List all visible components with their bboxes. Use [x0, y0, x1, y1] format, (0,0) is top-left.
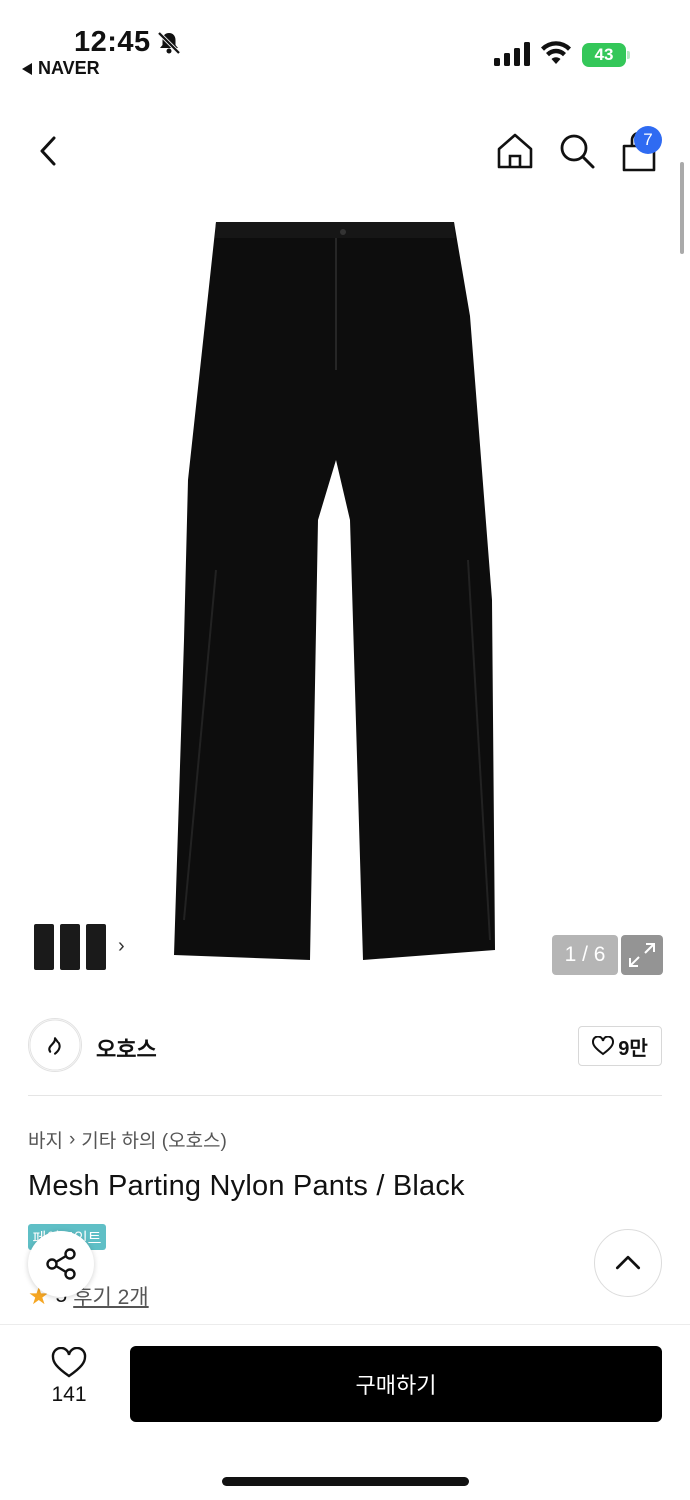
store-logo[interactable]	[28, 1018, 82, 1072]
battery-level: 43	[582, 43, 626, 67]
cart-count-badge: 7	[634, 126, 662, 154]
buy-button[interactable]: 구매하기	[130, 1346, 662, 1422]
product-title: Mesh Parting Nylon Pants / Black	[28, 1170, 465, 1202]
back-chevron-icon[interactable]	[36, 134, 64, 168]
scroll-to-top-button[interactable]	[594, 1229, 662, 1297]
bottom-action-bar: 141 구매하기	[0, 1324, 690, 1500]
breadcrumb-item-category[interactable]: 바지	[28, 1126, 63, 1153]
product-page: 12:45 NAVER 43 7 › 1 / 6 오호스 9만 바지 › 기타 …	[0, 0, 690, 1500]
section-divider	[28, 1095, 662, 1096]
thumbnail-image[interactable]	[86, 923, 106, 970]
store-like-count: 9만	[618, 1037, 648, 1060]
status-time: 12:45	[74, 26, 151, 58]
home-icon[interactable]	[496, 132, 534, 170]
cellular-signal-icon	[494, 42, 530, 66]
thumbnail-image[interactable]	[34, 923, 54, 970]
back-to-app-link[interactable]: NAVER	[22, 58, 100, 79]
wishlist-button[interactable]: 141	[40, 1347, 98, 1417]
heart-outline-icon	[592, 1036, 615, 1056]
thumbnail-image[interactable]	[60, 923, 80, 970]
bell-muted-icon	[157, 31, 181, 55]
scrollbar[interactable]	[680, 162, 684, 254]
image-counter: 1 / 6	[552, 935, 618, 975]
search-icon[interactable]	[558, 132, 596, 170]
breadcrumb-separator-icon: ›	[68, 1128, 76, 1150]
share-button[interactable]	[28, 1231, 94, 1297]
expand-icon[interactable]	[621, 935, 663, 975]
back-app-label: NAVER	[38, 58, 100, 78]
breadcrumb: 바지 › 기타 하의 (오호스)	[28, 1126, 227, 1153]
status-bar: 12:45 NAVER 43	[0, 0, 690, 90]
home-indicator[interactable]	[222, 1477, 469, 1486]
product-image-pants[interactable]	[170, 220, 500, 962]
wifi-icon	[541, 41, 571, 64]
store-like-button[interactable]: 9만	[578, 1026, 662, 1066]
heart-outline-icon	[51, 1347, 87, 1378]
breadcrumb-item-subcategory[interactable]: 기타 하의 (오호스)	[81, 1126, 227, 1153]
battery-indicator: 43	[582, 43, 630, 67]
store-row: 오호스 9만	[28, 1018, 662, 1074]
chevron-right-icon[interactable]: ›	[118, 935, 125, 958]
thumbnail-list	[34, 923, 106, 970]
thumbnail-strip[interactable]: ›	[28, 918, 141, 975]
wishlist-count: 141	[51, 1383, 87, 1406]
battery-nub	[627, 51, 630, 59]
back-triangle-icon	[22, 62, 32, 75]
store-name[interactable]: 오호스	[96, 1032, 157, 1064]
